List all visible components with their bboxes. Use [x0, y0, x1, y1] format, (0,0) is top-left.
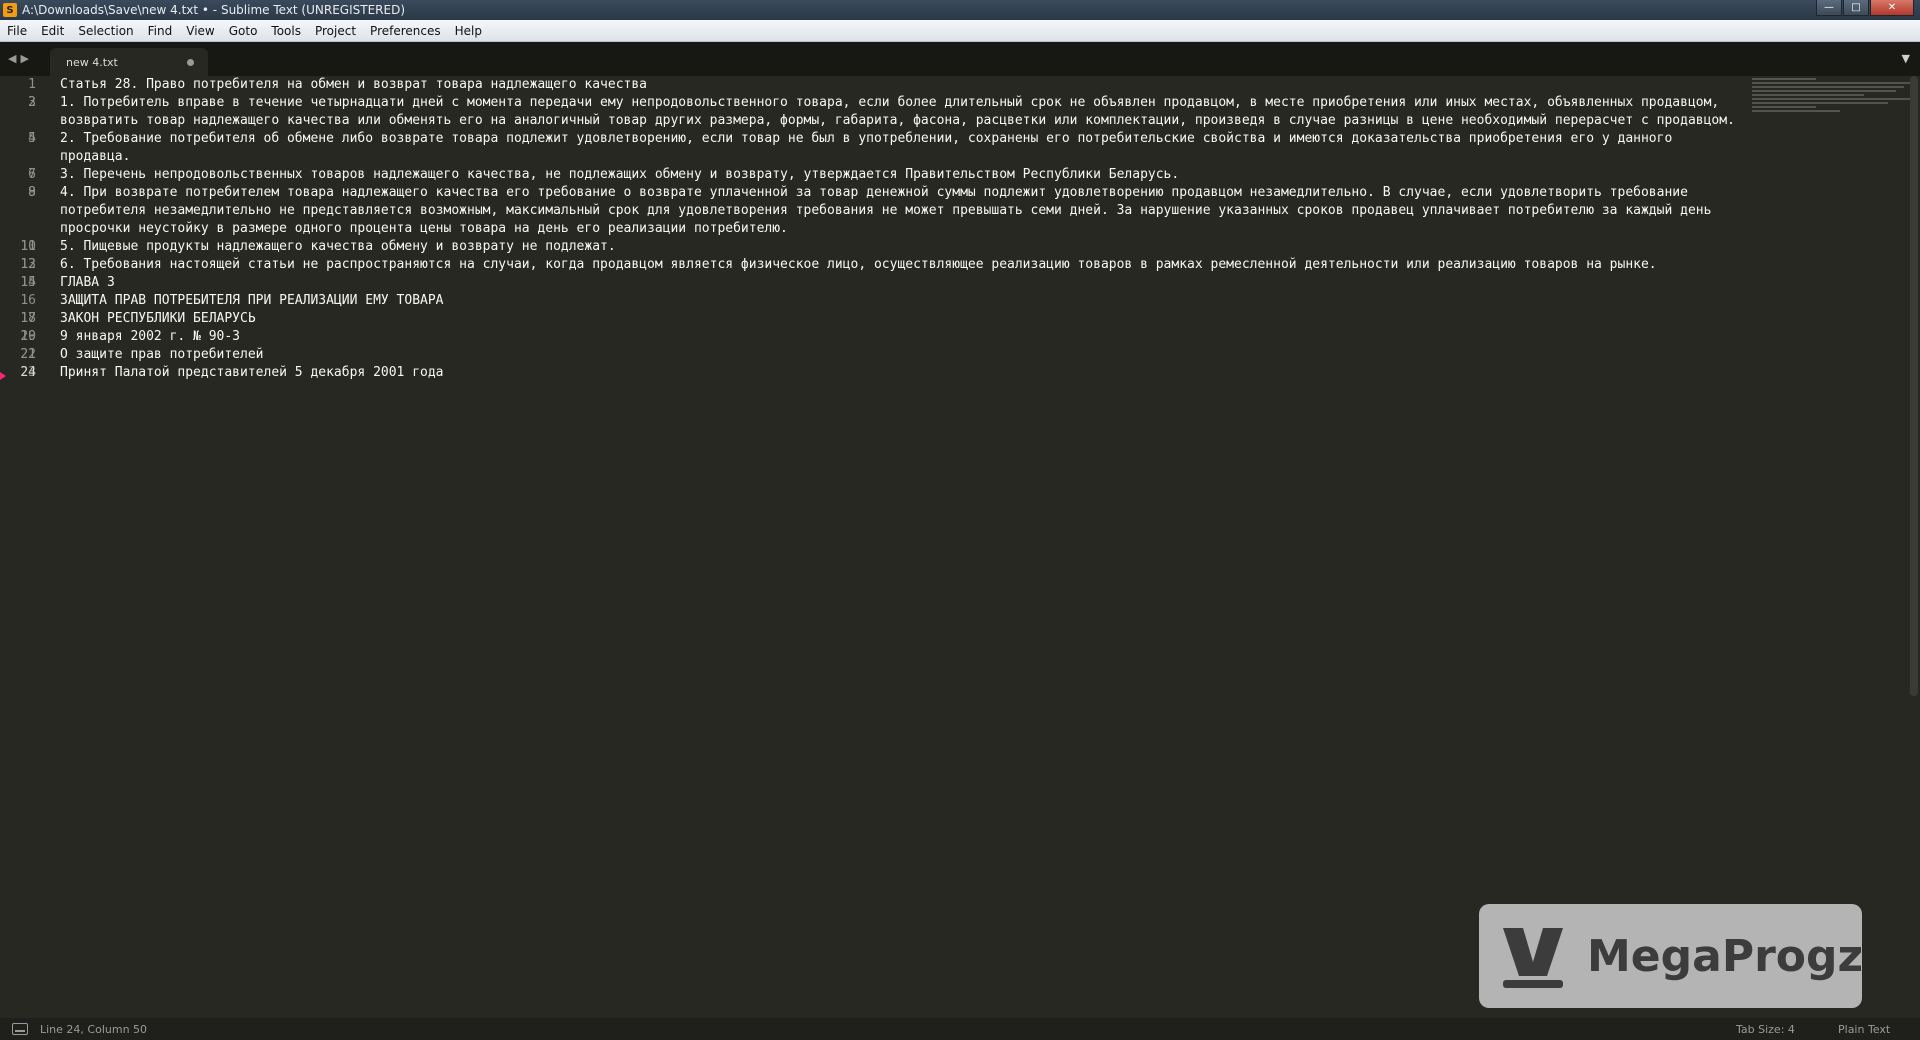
line-number: 5: [28, 131, 36, 146]
minimap-line: [1752, 90, 1896, 92]
close-button[interactable]: ✕: [1870, 0, 1914, 16]
syntax-indicator[interactable]: Plain Text: [1838, 1023, 1890, 1036]
line-number: 16: [20, 293, 36, 308]
minimap-line: [1752, 94, 1864, 96]
line-number: 3: [28, 95, 36, 110]
watermark-text: MegaProgz: [1587, 930, 1864, 982]
line-number: 24: [20, 365, 36, 380]
line-text[interactable]: ГЛАВА 3: [60, 274, 115, 292]
code-view[interactable]: 1 Статья 28. Право потребителя на обмен и…: [0, 76, 1750, 382]
menu-goto[interactable]: Goto: [222, 24, 265, 38]
cursor-position: Line 24, Column 50: [40, 1022, 148, 1036]
code-line[interactable]: 13 6. Требования настоящей статьи не расп…: [20, 256, 1750, 274]
minimap-line: [1752, 78, 1816, 80]
line-text[interactable]: Статья 28. Право потребителя на обмен и …: [60, 76, 647, 94]
unsaved-dot-icon[interactable]: [187, 59, 194, 66]
window-title: A:\Downloads\Save\new 4.txt • - Sublime …: [22, 3, 406, 17]
line-text[interactable]: 9 января 2002 г. № 90-З: [60, 328, 240, 346]
status-bar: Line 24, Column 50 Tab Size: 4 Plain Tex…: [0, 1018, 1920, 1040]
tab-size-indicator[interactable]: Tab Size: 4: [1736, 1023, 1795, 1036]
minimap-line: [1752, 86, 1904, 88]
maximize-button[interactable]: □: [1843, 0, 1869, 16]
minimap-line: [1752, 110, 1840, 112]
line-number: 7: [28, 167, 36, 182]
line-text[interactable]: 4. При возврате потребителем товара надл…: [60, 184, 1750, 238]
tab-label: new 4.txt: [66, 55, 118, 69]
line-number: 11: [20, 239, 36, 254]
code-line[interactable]: 18 ЗАКОН РЕСПУБЛИКИ БЕЛАРУСЬ: [20, 310, 1750, 328]
tab-prev-icon[interactable]: ◀: [8, 52, 16, 65]
minimap-line: [1752, 106, 1816, 108]
tab-list-dropdown-icon[interactable]: ▼: [1902, 52, 1910, 65]
minimap-line: [1752, 98, 1912, 100]
menu-preferences[interactable]: Preferences: [363, 24, 448, 38]
title-bar: S A:\Downloads\Save\new 4.txt • - Sublim…: [0, 0, 1920, 20]
line-number: 22: [20, 347, 36, 362]
window-controls: — □ ✕: [1815, 0, 1914, 18]
tab-new-4[interactable]: new 4.txt: [50, 48, 208, 76]
code-line[interactable]: 1 Статья 28. Право потребителя на обмен и…: [28, 76, 1750, 94]
menu-selection[interactable]: Selection: [71, 24, 140, 38]
line-number: 20: [20, 329, 36, 344]
line-text[interactable]: 6. Требования настоящей статьи не распро…: [60, 256, 1657, 274]
download-logo-icon: [1495, 918, 1571, 994]
code-line[interactable]: 20 9 января 2002 г. № 90-З: [20, 328, 1750, 346]
vertical-scrollbar[interactable]: [1910, 76, 1918, 696]
code-line[interactable]: 3 1. Потребитель вправе в течение четырна…: [28, 94, 1750, 130]
line-text[interactable]: 5. Пищевые продукты надлежащего качества…: [60, 238, 616, 256]
tab-bar: ◀ ▶ new 4.txt ▼: [0, 42, 1920, 76]
line-number: 1: [28, 77, 36, 92]
code-line[interactable]: 7 3. Перечень непродовольственных товаров…: [28, 166, 1750, 184]
code-line[interactable]: 15 ГЛАВА 3: [20, 274, 1750, 292]
watermark-badge: MegaProgz: [1479, 904, 1864, 1008]
code-line[interactable]: 11 5. Пищевые продукты надлежащего качест…: [20, 238, 1750, 256]
line-text[interactable]: Принят Палатой представителей 5 декабря …: [60, 364, 444, 382]
menu-view[interactable]: View: [179, 24, 221, 38]
code-line[interactable]: 24 Принят Палатой представителей 5 декабр…: [0, 364, 1750, 382]
sublime-app-icon: S: [3, 3, 17, 17]
line-number: 15: [20, 275, 36, 290]
menu-file[interactable]: File: [0, 24, 34, 38]
editor-area[interactable]: 1 Статья 28. Право потребителя на обмен и…: [0, 76, 1920, 1018]
line-number: 9: [28, 185, 36, 200]
tab-navigation: ◀ ▶: [8, 52, 29, 65]
code-line[interactable]: 22 О защите прав потребителей: [20, 346, 1750, 364]
menu-find[interactable]: Find: [141, 24, 180, 38]
code-line[interactable]: 16 ЗАЩИТА ПРАВ ПОТРЕБИТЕЛЯ ПРИ РЕАЛИЗАЦИИ…: [20, 292, 1750, 310]
line-text[interactable]: ЗАКОН РЕСПУБЛИКИ БЕЛАРУСЬ: [60, 310, 256, 328]
minimize-button[interactable]: —: [1816, 0, 1842, 16]
line-text[interactable]: 3. Перечень непродовольственных товаров …: [60, 166, 1179, 184]
tab-next-icon[interactable]: ▶: [20, 52, 28, 65]
minimap-line: [1752, 82, 1912, 84]
menu-edit[interactable]: Edit: [34, 24, 71, 38]
code-line[interactable]: 5 2. Требование потребителя об обмене либ…: [28, 130, 1750, 166]
menu-bar: File Edit Selection Find View Goto Tools…: [0, 20, 1920, 42]
line-text[interactable]: 2. Требование потребителя об обмене либо…: [60, 130, 1750, 166]
code-line[interactable]: 9 4. При возврате потребителем товара над…: [28, 184, 1750, 238]
line-number: 18: [20, 311, 36, 326]
panel-toggle-icon[interactable]: [12, 1023, 28, 1035]
line-text[interactable]: 1. Потребитель вправе в течение четырнад…: [60, 94, 1750, 130]
line-text[interactable]: О защите прав потребителей: [60, 346, 264, 364]
menu-tools[interactable]: Tools: [264, 24, 308, 38]
minimap-line: [1752, 102, 1888, 104]
minimap[interactable]: [1752, 76, 1912, 136]
menu-project[interactable]: Project: [308, 24, 363, 38]
menu-help[interactable]: Help: [448, 24, 489, 38]
line-text[interactable]: ЗАЩИТА ПРАВ ПОТРЕБИТЕЛЯ ПРИ РЕАЛИЗАЦИИ Е…: [60, 292, 444, 310]
line-number: 13: [20, 257, 36, 272]
